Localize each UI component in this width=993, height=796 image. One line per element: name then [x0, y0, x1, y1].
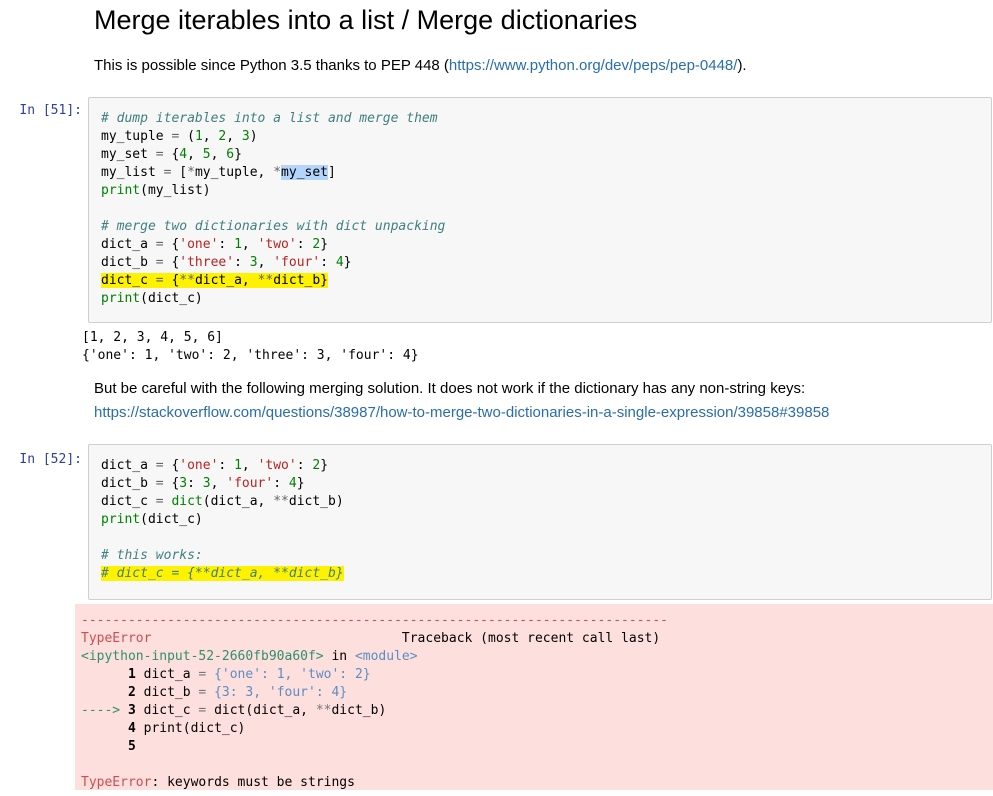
note-text: But be careful with the following mergin…: [94, 380, 806, 397]
traceback-arrow: ---->: [81, 703, 121, 718]
cell-prompt-52: In [52]:: [19, 452, 82, 467]
traceback-source-line: 1 dict_a = {'one': 1, 'two': 2}: [127, 667, 371, 682]
highlighted-comment: # dict_c = {**dict_a, **dict_b}: [101, 566, 344, 581]
code-line: print(my_list): [101, 183, 211, 198]
code-line: dict_b = {3: 3, 'four': 4}: [101, 476, 305, 491]
traceback-header: TypeError Traceback (most recent call la…: [81, 630, 987, 648]
traceback-module: <module>: [354, 649, 418, 664]
code-comment: # dump iterables into a list and merge t…: [101, 111, 438, 126]
cell-prompt-51: In [51]:: [19, 103, 82, 118]
code-comment-highlighted: # dict_c = {**dict_a, **dict_b}: [101, 565, 979, 583]
traceback-source-line: 4 print(dict_c): [127, 721, 246, 736]
code-line: dict_b = {'three': 3, 'four': 4}: [101, 255, 352, 270]
output-line: [1, 2, 3, 4, 5, 6]: [82, 330, 223, 345]
traceback-divider: ----------------------------------------…: [81, 613, 668, 628]
traceback-final: TypeError: keywords must be strings: [81, 774, 987, 792]
note-paragraph: But be careful with the following mergin…: [94, 377, 829, 425]
error-message: : keywords must be strings: [151, 775, 355, 790]
code-line: print(dict_c): [101, 291, 203, 306]
section-heading: Merge iterables into a list / Merge dict…: [94, 5, 638, 35]
traceback-location: <ipython-input-52-2660fb90a60f> in <modu…: [81, 648, 987, 666]
code-line: my_tuple = (1, 2, 3): [101, 129, 258, 144]
code-comment: # this works:: [101, 548, 203, 563]
traceback-file: <ipython-input-52-2660fb90a60f>: [81, 649, 324, 664]
final-error-type: TypeError: [81, 775, 152, 790]
intro-prefix: This is possible since Python 3.5 thanks…: [94, 57, 449, 74]
code-cell-52[interactable]: dict_a = {'one': 1, 'two': 2} dict_b = {…: [88, 444, 992, 600]
error-traceback: ----------------------------------------…: [75, 604, 993, 790]
code-line: my_set = {4, 5, 6}: [101, 147, 242, 162]
code-line: print(dict_c): [101, 512, 203, 527]
traceback-blank-line: [81, 756, 987, 774]
code-line: dict_a = {'one': 1, 'two': 2}: [101, 237, 329, 252]
traceback-label: Traceback (most recent call last): [401, 631, 661, 646]
cell-output-51: [1, 2, 3, 4, 5, 6] {'one': 1, 'two': 2, …: [82, 329, 419, 365]
traceback-in: in: [331, 649, 348, 664]
stackoverflow-link[interactable]: https://stackoverflow.com/questions/3898…: [94, 404, 829, 421]
output-line: {'one': 1, 'two': 2, 'three': 3, 'four':…: [82, 348, 419, 363]
code-cell-51[interactable]: # dump iterables into a list and merge t…: [88, 97, 992, 323]
code-line: dict_c = dict(dict_a, **dict_b): [101, 494, 344, 509]
code-line: dict_a = {'one': 1, 'two': 2}: [101, 458, 329, 473]
intro-paragraph: This is possible since Python 3.5 thanks…: [94, 54, 747, 78]
code-line: my_list = [*my_tuple, *my_set]: [101, 165, 336, 180]
code-line-highlighted: dict_c = {**dict_a, **dict_b}: [101, 273, 329, 288]
traceback-source-line-current: ----> 3 dict_c = dict(dict_a, **dict_b): [81, 703, 387, 718]
error-type: TypeError: [81, 631, 152, 646]
intro-suffix: ).: [737, 57, 747, 74]
code-comment: # merge two dictionaries with dict unpac…: [101, 219, 446, 234]
traceback-source-line: 2 dict_b = {3: 3, 'four': 4}: [127, 685, 348, 700]
pep-link[interactable]: https://www.python.org/dev/peps/pep-0448…: [449, 57, 738, 74]
traceback-source-line: 5: [127, 739, 136, 754]
